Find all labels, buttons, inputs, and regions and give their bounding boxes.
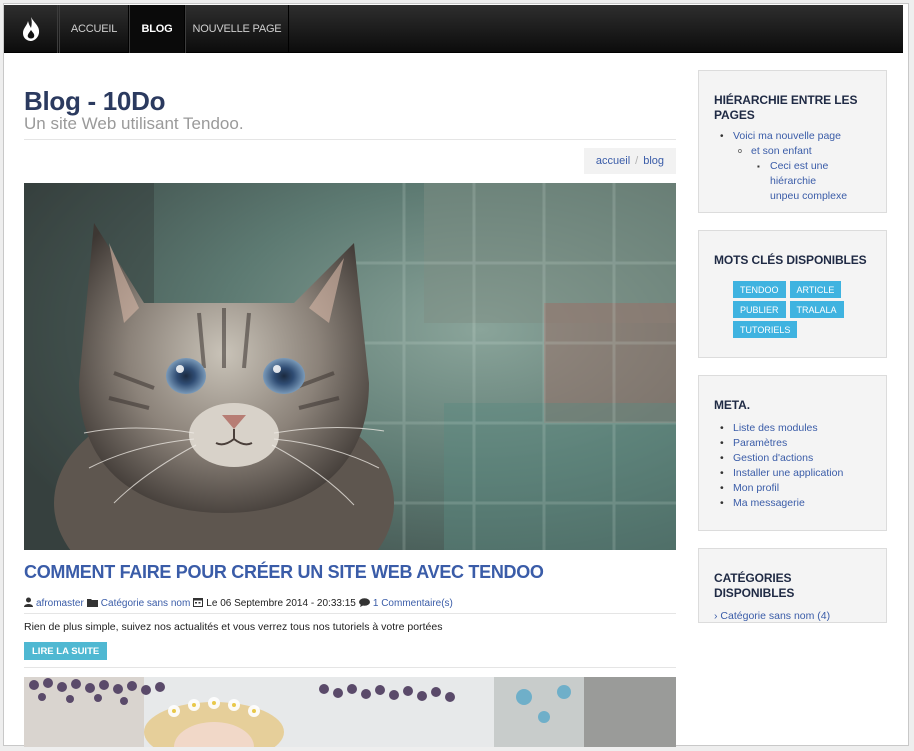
post-title[interactable]: COMMENT FAIRE POUR CRÉER UN SITE WEB AVE… xyxy=(24,562,544,583)
meta-item: Gestion d'actions xyxy=(714,451,871,466)
category-list: › Catégorie sans nom (4) xyxy=(714,609,871,623)
flame-logo-icon[interactable] xyxy=(4,5,58,53)
meta-link-messages[interactable]: Ma messagerie xyxy=(733,497,805,509)
top-navbar: ACCUEIL BLOG NOUVELLE PAGE xyxy=(4,5,903,53)
widget-title-meta: META. xyxy=(714,398,750,412)
site-subtitle: Un site Web utilisant Tendoo. xyxy=(24,114,244,133)
widget-title-tags: MOTS CLÉS DISPONIBLES xyxy=(714,253,867,267)
page-tree: Voici ma nouvelle page et son enfant Cec… xyxy=(714,129,871,204)
breadcrumb-blog[interactable]: blog xyxy=(643,155,664,167)
post-meta: afromaster Catégorie sans nom Le 06 Sept… xyxy=(24,597,453,610)
tree-link-level3-line1: Ceci est une hiérarchie xyxy=(770,160,829,187)
tree-link-level3-line2: unpeu complexe xyxy=(770,190,848,202)
chevron-right-icon: › xyxy=(714,610,718,622)
meta-link-modules[interactable]: Liste des modules xyxy=(733,422,818,434)
meta-item: Paramètres xyxy=(714,436,871,451)
widget-title-categories: CATÉGORIES DISPONIBLES xyxy=(714,571,795,600)
widget-hierarchy: HIÉRARCHIE ENTRE LES PAGES Voici ma nouv… xyxy=(698,70,887,213)
meta-link-settings[interactable]: Paramètres xyxy=(733,437,787,449)
breadcrumb-accueil[interactable]: accueil xyxy=(596,155,630,167)
tag-tralala[interactable]: TRALALA xyxy=(789,301,844,318)
post-category[interactable]: Catégorie sans nom xyxy=(101,598,191,609)
tag-article[interactable]: ARTICLE xyxy=(789,281,842,298)
nav-blog[interactable]: BLOG xyxy=(129,5,185,53)
breadcrumb-separator: / xyxy=(635,155,639,167)
meta-list: Liste des modules Paramètres Gestion d'a… xyxy=(714,421,871,511)
site-title: Blog - 10Do xyxy=(24,86,166,116)
comment-icon xyxy=(358,597,370,610)
meta-item: Liste des modules xyxy=(714,421,871,436)
meta-link-install-app[interactable]: Installer une application xyxy=(733,467,843,479)
meta-item: Installer une application xyxy=(714,466,871,481)
tree-link-level1[interactable]: Voici ma nouvelle page xyxy=(733,130,841,142)
tag-tutoriels[interactable]: TUTORIELS xyxy=(733,321,798,338)
nav-accueil[interactable]: ACCUEIL xyxy=(59,5,129,53)
divider xyxy=(24,667,676,668)
post-image-flower-crown[interactable] xyxy=(24,677,676,747)
tree-item-level2: et son enfant xyxy=(714,144,871,159)
nav-nouvelle-page[interactable]: NOUVELLE PAGE xyxy=(185,5,289,53)
tree-item-level3: Ceci est une hiérarchie unpeu complexe xyxy=(714,159,871,204)
post-excerpt: Rien de plus simple, suivez nos actualit… xyxy=(24,621,443,633)
category-link[interactable]: Catégorie sans nom (4) xyxy=(720,610,830,622)
post-comments[interactable]: 1 Commentaire(s) xyxy=(373,598,453,609)
category-item: › Catégorie sans nom (4) xyxy=(714,609,871,623)
widget-title-hierarchy: HIÉRARCHIE ENTRE LES PAGES xyxy=(714,93,858,122)
divider xyxy=(24,613,676,614)
calendar-icon xyxy=(193,597,204,610)
divider xyxy=(24,139,676,140)
post-date: Le 06 Septembre 2014 - 20:33:15 xyxy=(206,598,356,609)
tag-tendoo[interactable]: TENDOO xyxy=(733,281,786,298)
tree-link-level3[interactable]: Ceci est une hiérarchie unpeu complexe xyxy=(770,160,847,202)
read-more-button[interactable]: LIRE LA SUITE xyxy=(24,642,108,660)
meta-item: Ma messagerie xyxy=(714,496,871,511)
widget-categories: CATÉGORIES DISPONIBLES › Catégorie sans … xyxy=(698,548,887,623)
meta-link-actions[interactable]: Gestion d'actions xyxy=(733,452,813,464)
post-author[interactable]: afromaster xyxy=(36,598,84,609)
user-icon xyxy=(24,597,33,610)
breadcrumb: accueil / blog xyxy=(583,148,676,174)
tree-item-level1: Voici ma nouvelle page xyxy=(714,129,871,144)
folder-icon xyxy=(86,598,98,610)
widget-meta: META. Liste des modules Paramètres Gesti… xyxy=(698,375,887,531)
tree-link-level2[interactable]: et son enfant xyxy=(751,145,812,157)
widget-tags: MOTS CLÉS DISPONIBLES TENDOO ARTICLE PUB… xyxy=(698,230,887,358)
meta-link-profile[interactable]: Mon profil xyxy=(733,482,779,494)
tag-cloud: TENDOO ARTICLE PUBLIER TRALALA TUTORIELS xyxy=(733,281,847,338)
tag-publier[interactable]: PUBLIER xyxy=(733,301,786,318)
meta-item: Mon profil xyxy=(714,481,871,496)
post-image-kitten[interactable] xyxy=(24,183,676,550)
